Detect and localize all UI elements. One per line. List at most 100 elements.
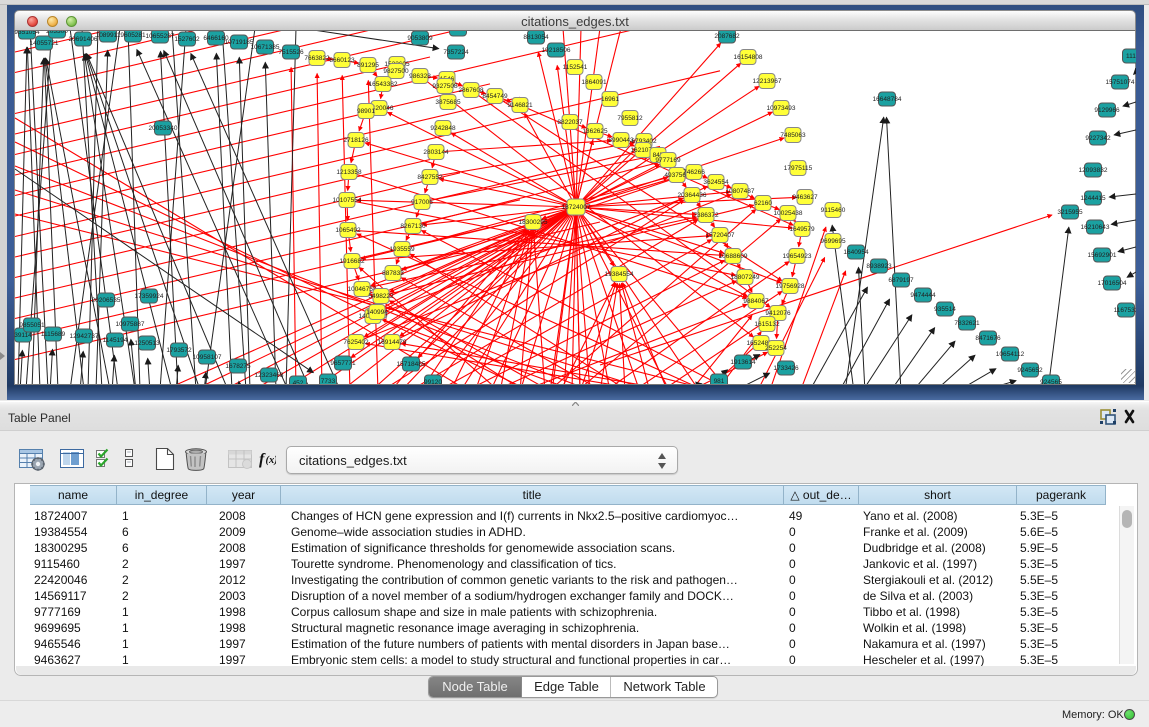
svg-text:3624554: 3624554	[703, 179, 729, 186]
svg-text:3215955: 3215955	[1057, 209, 1083, 216]
svg-text:6879197: 6879197	[888, 277, 914, 284]
svg-text:9474444: 9474444	[910, 292, 936, 299]
svg-text:16210643: 16210643	[1081, 224, 1110, 231]
svg-text:17016504: 17016504	[1098, 280, 1127, 287]
svg-text:10975887: 10975887	[116, 321, 145, 328]
svg-text:18724007: 18724007	[562, 204, 591, 211]
svg-text:7357224: 7357224	[443, 49, 469, 56]
svg-text:19654923: 19654923	[783, 253, 812, 260]
svg-text:140994: 140994	[366, 309, 388, 316]
svg-text:9146821: 9146821	[507, 102, 533, 109]
svg-text:19384554: 19384554	[605, 271, 634, 278]
svg-text:12093832: 12093832	[1079, 167, 1108, 174]
svg-text:8267130: 8267130	[400, 223, 426, 230]
svg-text:10654112: 10654112	[996, 351, 1025, 358]
svg-text:9327508: 9327508	[432, 83, 458, 90]
svg-text:3875685: 3875685	[435, 99, 461, 106]
svg-text:10973493: 10973493	[767, 105, 796, 112]
svg-text:9053809: 9053809	[407, 35, 433, 42]
svg-text:8454749: 8454749	[482, 93, 508, 100]
svg-text:16543382: 16543382	[369, 81, 398, 88]
svg-text:1089911: 1089911	[96, 32, 121, 39]
svg-text:9605281: 9605281	[120, 32, 146, 39]
svg-text:16914479: 16914479	[378, 339, 407, 346]
svg-text:12323468: 12323468	[255, 372, 284, 379]
svg-text:10107554: 10107554	[333, 197, 362, 204]
svg-text:746266: 746266	[683, 169, 705, 176]
svg-text:1649579: 1649579	[789, 226, 815, 233]
svg-text:111: 111	[1126, 53, 1136, 60]
svg-text:9227342: 9227342	[1085, 135, 1111, 142]
svg-text:10655287: 10655287	[146, 33, 175, 40]
svg-text:2087682: 2087682	[714, 33, 740, 40]
svg-text:20053340: 20053340	[149, 125, 178, 132]
svg-text:10671385: 10671385	[251, 44, 280, 51]
svg-text:917006: 917006	[411, 199, 433, 206]
svg-text:1145194: 1145194	[103, 337, 128, 344]
svg-text:7832621: 7832621	[954, 320, 980, 327]
svg-text:12213967: 12213967	[753, 78, 782, 85]
svg-text:12942737: 12942737	[70, 333, 99, 340]
svg-text:7663822: 7663822	[304, 55, 330, 62]
svg-text:1913614: 1913614	[730, 359, 756, 366]
svg-text:16154808: 16154808	[734, 54, 763, 61]
svg-text:10719185: 10719185	[225, 39, 254, 46]
svg-text:20691406: 20691406	[69, 36, 98, 43]
svg-text:15718485: 15718485	[397, 361, 426, 368]
svg-text:1733426: 1733426	[773, 365, 799, 372]
svg-text:891295: 891295	[357, 62, 379, 69]
svg-text:17359924: 17359924	[135, 293, 164, 300]
svg-text:452: 452	[293, 380, 304, 384]
svg-text:7386372: 7386372	[693, 212, 719, 219]
svg-text:986328: 986328	[409, 73, 431, 80]
svg-text:2867608: 2867608	[458, 87, 484, 94]
svg-text:9827500: 9827500	[383, 68, 409, 75]
svg-text:20364436: 20364436	[678, 192, 707, 199]
svg-text:7485063: 7485063	[780, 132, 806, 139]
svg-text:2803144: 2803144	[423, 149, 449, 156]
svg-text:9412076: 9412076	[765, 310, 791, 317]
svg-text:2718126: 2718126	[343, 137, 369, 144]
svg-text:10958107: 10958107	[193, 354, 222, 361]
svg-text:1793572: 1793572	[166, 347, 192, 354]
svg-text:9657771: 9657771	[330, 360, 356, 367]
svg-text:9115460: 9115460	[821, 207, 846, 214]
svg-text:1250513: 1250513	[134, 340, 160, 347]
svg-text:7733: 7733	[321, 378, 336, 384]
svg-text:20206535: 20206535	[92, 297, 121, 304]
svg-text:1864091: 1864091	[581, 79, 607, 86]
svg-text:1152541: 1152541	[563, 64, 588, 71]
svg-text:98901: 98901	[357, 108, 375, 115]
svg-text:1527602: 1527602	[174, 36, 200, 43]
svg-text:935514: 935514	[934, 306, 956, 313]
svg-text:7515526: 7515526	[278, 49, 304, 56]
svg-text:15751074: 15751074	[1106, 79, 1135, 86]
svg-text:8660123: 8660123	[329, 57, 355, 64]
svg-text:1916682: 1916682	[339, 258, 365, 265]
svg-text:99120: 99120	[424, 379, 442, 384]
svg-text:252254: 252254	[765, 345, 787, 352]
svg-text:1935559: 1935559	[389, 246, 415, 253]
svg-text:981: 981	[714, 378, 725, 384]
svg-text:1065492: 1065492	[335, 227, 361, 234]
svg-text:9884067: 9884067	[743, 298, 769, 305]
svg-text:8427552: 8427552	[417, 174, 443, 181]
svg-text:9777169: 9777169	[655, 157, 681, 164]
svg-text:9242848: 9242848	[430, 125, 456, 132]
svg-text:8813054: 8813054	[523, 34, 549, 41]
svg-text:8471676: 8471676	[975, 335, 1001, 342]
svg-text:7625402: 7625402	[343, 339, 369, 346]
svg-text:10025438: 10025438	[774, 210, 803, 217]
svg-text:8990443: 8990443	[608, 137, 634, 144]
svg-text:39114: 39114	[14, 332, 32, 339]
svg-text:18807249: 18807249	[731, 274, 760, 281]
svg-text:1213358: 1213358	[336, 169, 362, 176]
svg-text:15720407: 15720407	[706, 232, 735, 239]
svg-text:(x): (x)	[266, 455, 277, 466]
svg-text:9463627: 9463627	[792, 194, 818, 201]
svg-text:16648784: 16648784	[873, 96, 902, 103]
svg-text:887833: 887833	[382, 270, 404, 277]
svg-text:7955812: 7955812	[617, 115, 643, 122]
svg-text:10046758: 10046758	[348, 286, 377, 293]
svg-text:10807487: 10807487	[726, 188, 755, 195]
